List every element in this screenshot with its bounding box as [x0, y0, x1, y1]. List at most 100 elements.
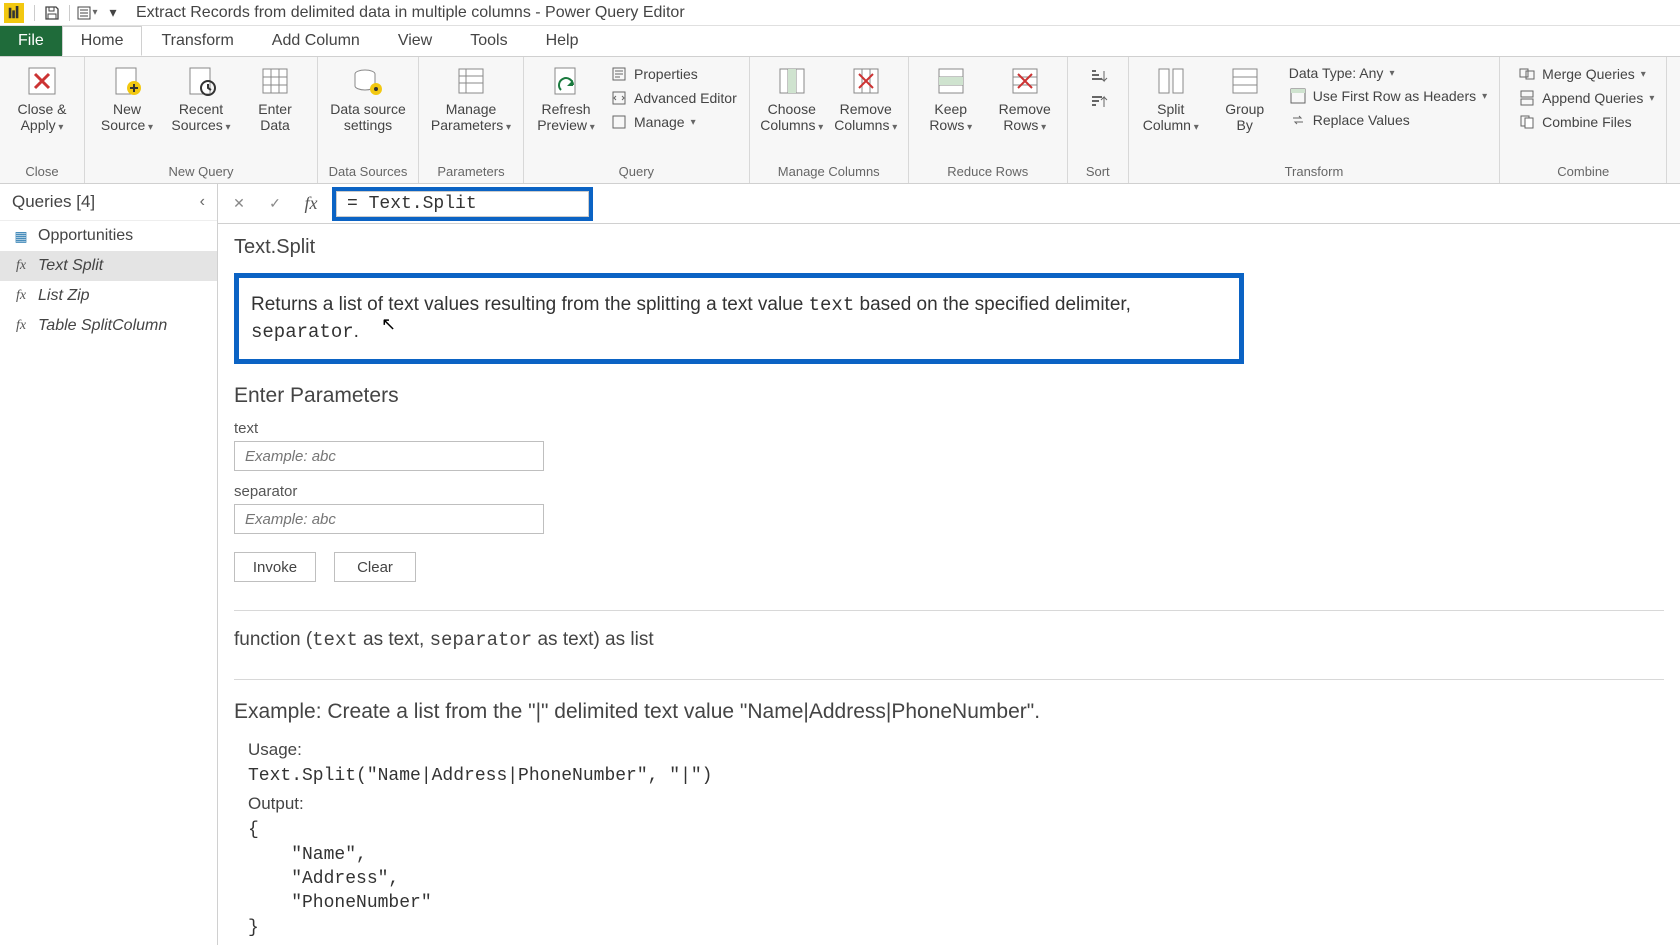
new-source-button[interactable]: New Source — [91, 61, 163, 136]
group-label-data-sources: Data Sources — [318, 162, 418, 183]
queries-pane: Queries [4] ‹ ▦ Opportunities fx Text Sp… — [0, 184, 218, 945]
query-label: Table SplitColumn — [38, 317, 167, 335]
group-label-parameters: Parameters — [419, 162, 523, 183]
group-ai: ≡Text A ◐Vision ▲Azure — [1667, 57, 1680, 183]
function-title: Text.Split — [234, 236, 1664, 259]
menu-bar: File Home Transform Add Column View Tool… — [0, 26, 1680, 56]
manage-query-button[interactable]: Manage — [604, 111, 743, 133]
undo-dropdown-icon[interactable] — [76, 2, 98, 24]
app-icon — [4, 3, 24, 23]
function-icon: fx — [12, 318, 30, 334]
recent-sources-button[interactable]: Recent Sources — [165, 61, 237, 136]
group-sort: Sort — [1068, 57, 1129, 183]
group-close: Close & Apply Close — [0, 57, 85, 183]
group-label-reduce-rows: Reduce Rows — [909, 162, 1067, 183]
main-area: ✕ ✓ fx Text.Split Returns a list of text… — [218, 184, 1680, 945]
manage-parameters-button[interactable]: Manage Parameters — [425, 61, 517, 136]
function-doc: Text.Split Returns a list of text values… — [218, 224, 1680, 945]
table-icon: ▦ — [12, 228, 30, 245]
tab-file[interactable]: File — [0, 26, 62, 56]
mouse-cursor-icon: ↖ — [381, 312, 396, 337]
group-label-sort: Sort — [1068, 162, 1128, 183]
qat-customize-icon[interactable]: ▾ — [102, 2, 124, 24]
group-transform: Split Column Group By Data Type: Any Use… — [1129, 57, 1500, 183]
merge-queries-button[interactable]: Merge Queries — [1512, 63, 1660, 85]
divider — [234, 610, 1664, 611]
usage-label: Usage: — [248, 740, 1664, 760]
group-label-manage-columns: Manage Columns — [750, 162, 908, 183]
formula-input[interactable] — [336, 191, 589, 217]
group-label-ai — [1667, 177, 1680, 183]
replace-values-button[interactable]: Replace Values — [1283, 109, 1493, 131]
query-item-text-split[interactable]: fx Text Split — [0, 251, 217, 281]
first-row-headers-button[interactable]: Use First Row as Headers — [1283, 85, 1493, 107]
close-apply-button[interactable]: Close & Apply — [6, 61, 78, 136]
function-description: Returns a list of text values resulting … — [234, 273, 1244, 364]
group-query: Refresh Preview Properties Advanced Edit… — [524, 57, 750, 183]
tab-transform[interactable]: Transform — [142, 26, 252, 56]
fx-icon[interactable]: fx — [296, 189, 326, 219]
invoke-button[interactable]: Invoke — [234, 552, 316, 582]
collapse-pane-icon[interactable]: ‹ — [200, 193, 205, 211]
title-bar: ▾ Extract Records from delimited data in… — [0, 0, 1680, 26]
param-label-separator: separator — [234, 483, 1664, 500]
usage-code: Text.Split("Name|Address|PhoneNumber", "… — [248, 764, 1664, 788]
output-code: { "Name", "Address", "PhoneNumber" } — [248, 818, 1664, 939]
sort-asc-button[interactable] — [1082, 65, 1114, 89]
enter-data-button[interactable]: Enter Data — [239, 61, 311, 135]
save-icon[interactable] — [41, 2, 63, 24]
combine-files-button[interactable]: Combine Files — [1512, 111, 1660, 133]
group-parameters: Manage Parameters Parameters — [419, 57, 524, 183]
group-label-new-query: New Query — [85, 162, 317, 183]
function-icon: fx — [12, 258, 30, 274]
append-queries-button[interactable]: Append Queries — [1512, 87, 1660, 109]
keep-rows-button[interactable]: Keep Rows — [915, 61, 987, 136]
query-label: List Zip — [38, 287, 90, 305]
tab-tools[interactable]: Tools — [451, 26, 526, 56]
group-label-query: Query — [524, 162, 749, 183]
query-label: Opportunities — [38, 227, 133, 245]
group-manage-columns: Choose Columns Remove Columns Manage Col… — [750, 57, 909, 183]
tab-home[interactable]: Home — [62, 26, 143, 56]
sort-desc-button[interactable] — [1082, 91, 1114, 115]
group-data-sources: Data source settings Data Sources — [318, 57, 419, 183]
param-label-text: text — [234, 420, 1664, 437]
properties-button[interactable]: Properties — [604, 63, 743, 85]
tab-view[interactable]: View — [379, 26, 451, 56]
function-icon: fx — [12, 288, 30, 304]
remove-columns-button[interactable]: Remove Columns — [830, 61, 902, 136]
clear-button[interactable]: Clear — [334, 552, 416, 582]
tab-help[interactable]: Help — [527, 26, 598, 56]
choose-columns-button[interactable]: Choose Columns — [756, 61, 828, 136]
query-label: Text Split — [38, 257, 103, 275]
param-input-separator[interactable] — [234, 504, 544, 534]
group-label-transform: Transform — [1129, 162, 1499, 183]
divider — [234, 679, 1664, 680]
cancel-formula-icon[interactable]: ✕ — [224, 189, 254, 219]
group-label-combine: Combine — [1500, 162, 1666, 183]
group-label-close: Close — [0, 162, 84, 183]
advanced-editor-button[interactable]: Advanced Editor — [604, 87, 743, 109]
data-type-button[interactable]: Data Type: Any — [1283, 63, 1493, 83]
window-title: Extract Records from delimited data in m… — [136, 4, 685, 22]
output-label: Output: — [248, 794, 1664, 814]
group-by-button[interactable]: Group By — [1209, 61, 1281, 135]
group-combine: Merge Queries Append Queries Combine Fil… — [1500, 57, 1667, 183]
tab-add-column[interactable]: Add Column — [253, 26, 379, 56]
commit-formula-icon[interactable]: ✓ — [260, 189, 290, 219]
function-signature: function (text as text, separator as tex… — [234, 629, 1664, 651]
query-item-opportunities[interactable]: ▦ Opportunities — [0, 221, 217, 251]
refresh-preview-button[interactable]: Refresh Preview — [530, 61, 602, 136]
example-heading: Example: Create a list from the "|" deli… — [234, 700, 1664, 724]
formula-bar: ✕ ✓ fx — [218, 184, 1680, 224]
remove-rows-button[interactable]: Remove Rows — [989, 61, 1061, 136]
param-input-text[interactable] — [234, 441, 544, 471]
split-column-button[interactable]: Split Column — [1135, 61, 1207, 136]
query-item-table-splitcolumn[interactable]: fx Table SplitColumn — [0, 311, 217, 341]
data-source-settings-button[interactable]: Data source settings — [324, 61, 412, 135]
formula-highlight — [332, 187, 593, 221]
group-new-query: New Source Recent Sources Enter Data New… — [85, 57, 318, 183]
query-item-list-zip[interactable]: fx List Zip — [0, 281, 217, 311]
group-reduce-rows: Keep Rows Remove Rows Reduce Rows — [909, 57, 1068, 183]
queries-header: Queries [4] ‹ — [0, 184, 217, 221]
